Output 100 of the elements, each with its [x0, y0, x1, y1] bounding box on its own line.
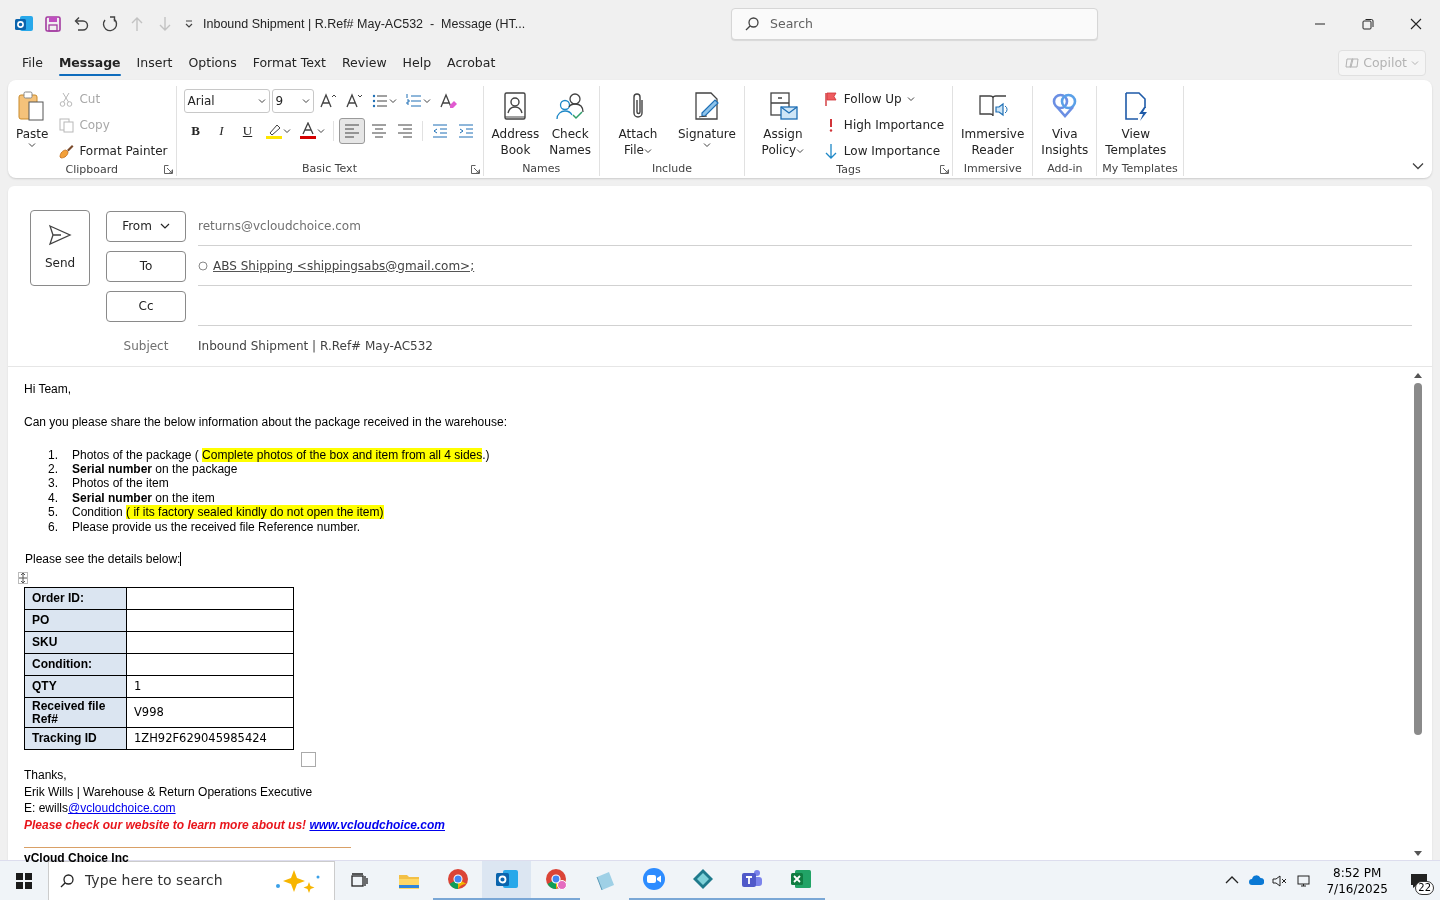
greeting-text: Hi Team, — [24, 381, 73, 398]
undo-icon[interactable] — [72, 15, 90, 33]
ribbon-button[interactable]: Immersive Reader — [958, 86, 1028, 162]
table-cell: Tracking ID — [24, 727, 127, 750]
numbering-icon — [404, 92, 423, 110]
decrease-indent-icon — [430, 122, 449, 140]
ribbon-tab[interactable]: Options — [180, 49, 245, 77]
exclamation-icon — [827, 117, 834, 133]
group-label: My Templates — [1102, 162, 1178, 176]
task-view-icon — [350, 872, 369, 889]
clock[interactable]: 8:52 PM 7/16/2025 — [1320, 864, 1394, 897]
align-right-icon — [395, 122, 414, 140]
search-icon — [744, 16, 760, 32]
email-link[interactable]: @vcloudchoice.com — [68, 801, 176, 816]
spreadsheet-icon — [788, 867, 813, 891]
caret-icon — [301, 98, 310, 104]
format-button[interactable]: I — [209, 118, 234, 144]
list-number: 5. — [48, 505, 59, 520]
send-icon — [48, 224, 72, 246]
windows-icon — [16, 872, 32, 889]
list-item-text: Condition ( if its factory sealed kindly do not open the item) — [72, 505, 384, 520]
group-label: Tags — [836, 163, 861, 177]
table-move-handle-icon[interactable] — [18, 572, 28, 584]
list-item-text: Photos of the package ( Complete photos of the box and item from all 4 sides.) — [72, 447, 490, 462]
send-button[interactable]: Send — [30, 210, 90, 286]
promo-text: Please check our website to learn more about us! www.vcloudchoice.com — [24, 816, 446, 834]
redo-icon[interactable] — [100, 15, 118, 33]
table-resize-handle[interactable] — [301, 752, 316, 768]
scrollbar[interactable] — [1412, 371, 1424, 858]
scroll-down-icon[interactable] — [1413, 850, 1423, 858]
ribbon-button[interactable]: View Templates — [1102, 86, 1170, 162]
caret-icon — [422, 98, 431, 104]
ribbon-tab[interactable]: Insert — [128, 49, 181, 77]
list-number: 2. — [48, 461, 59, 477]
font-size-dropdown[interactable]: 9 — [271, 89, 314, 113]
save-icon[interactable] — [44, 15, 62, 33]
mail-app-icon — [14, 14, 34, 34]
field-button[interactable]: To — [106, 250, 186, 282]
group-label: Names — [522, 162, 561, 176]
ribbon-button[interactable]: Check Names — [546, 86, 594, 162]
mail-app-icon — [494, 867, 519, 891]
ribbon-tab[interactable]: File — [14, 49, 51, 77]
ribbon-button[interactable]: Address Book — [488, 86, 543, 162]
scroll-up-icon[interactable] — [1413, 371, 1423, 379]
field-button[interactable]: Cc — [106, 290, 186, 322]
format-button[interactable]: B — [183, 118, 208, 144]
highlighter-icon — [264, 122, 283, 140]
dialog-launcher-icon[interactable] — [163, 165, 173, 174]
ribbon-button[interactable]: Paste — [13, 86, 52, 163]
dialog-launcher-icon[interactable] — [940, 165, 950, 174]
signature-text: Thanks, — [24, 767, 68, 784]
customize-icon[interactable] — [184, 19, 194, 29]
ribbon-tab[interactable]: Acrobat — [439, 49, 504, 77]
list-item-text: Photos of the item — [72, 476, 169, 491]
font-dropdown[interactable]: Arial — [183, 89, 270, 113]
subject-field[interactable]: Inbound Shipment | R.Ref# May-AC532 — [198, 337, 433, 355]
website-link[interactable]: www.vcloudchoice.com — [309, 817, 445, 832]
field-button[interactable]: From — [106, 210, 186, 242]
ribbon-tab[interactable]: Review — [334, 49, 395, 77]
network-icon[interactable] — [1296, 872, 1313, 889]
video-app-icon — [641, 867, 666, 891]
list-item-text: Serial number on the package — [72, 461, 238, 477]
close-icon — [1409, 17, 1423, 31]
table-cell: V998 — [126, 697, 294, 728]
from-field[interactable]: returns@vcloudchoice.com — [198, 206, 1412, 246]
caret-icon — [257, 98, 266, 104]
subject-label: Subject — [122, 338, 170, 355]
speaker-muted-icon[interactable] — [1272, 872, 1289, 889]
caret-icon — [282, 128, 291, 134]
ribbon-button[interactable]: Signature — [674, 86, 739, 162]
ribbon-button[interactable]: Follow Up — [819, 87, 948, 111]
caret-icon — [1411, 60, 1419, 66]
ribbon-button[interactable]: Format Painter — [55, 139, 171, 163]
search-icon — [59, 872, 75, 889]
ribbon-button[interactable]: Low Importance — [819, 139, 948, 163]
ribbon-button[interactable]: Attach File — [604, 86, 671, 162]
dialog-launcher-icon[interactable] — [470, 165, 480, 174]
table-cell: 1 — [126, 675, 294, 698]
restore-icon — [1361, 17, 1375, 31]
format-button[interactable]: U — [235, 118, 260, 144]
ribbon-button[interactable]: Viva Insights — [1038, 86, 1092, 162]
people-check-icon — [554, 90, 587, 122]
recipient-chip[interactable]: ABS Shipping <shippingsabs@gmail.com>; — [198, 256, 475, 275]
font-color-icon — [298, 122, 317, 140]
flag-icon — [822, 91, 839, 107]
caret-icon — [316, 128, 325, 134]
body-text: Please see the details below: — [25, 551, 182, 566]
presence-icon — [198, 260, 208, 271]
notifications-button[interactable]: 22 — [1402, 860, 1436, 900]
ribbon-tab[interactable]: Format Text — [244, 49, 334, 77]
ribbon-tab[interactable]: Help — [394, 49, 440, 77]
table-cell: QTY — [24, 675, 127, 698]
collapse-ribbon-icon[interactable] — [1412, 162, 1424, 170]
group-label: Add-in — [1047, 162, 1083, 176]
ribbon-button[interactable]: High Importance — [819, 113, 948, 137]
search-field[interactable]: Search — [731, 8, 1098, 40]
ribbon-tab[interactable]: Message — [50, 49, 129, 77]
table-cell: Condition: — [24, 653, 127, 676]
ribbon-button[interactable]: Assign Policy — [749, 86, 816, 163]
taskbar-app-button[interactable] — [482, 860, 531, 900]
